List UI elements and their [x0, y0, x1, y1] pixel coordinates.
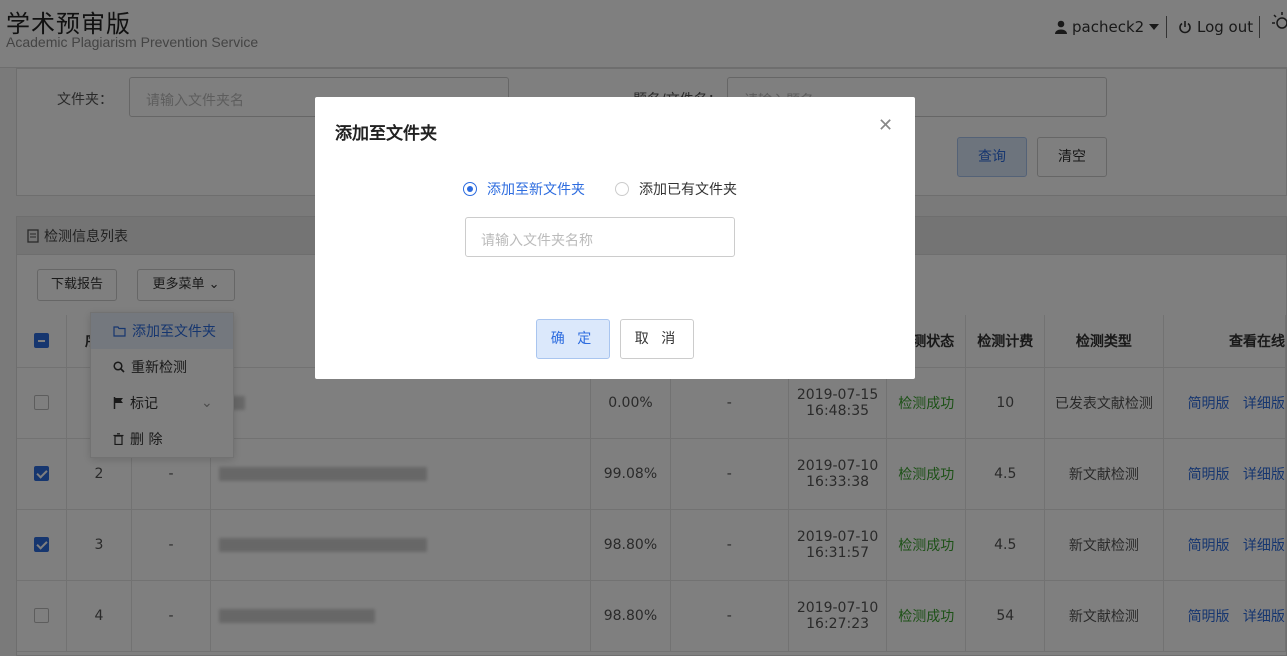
radio-new-folder[interactable]: 添加至新文件夹 — [463, 179, 585, 199]
close-icon[interactable]: ✕ — [878, 115, 893, 136]
dialog-title: 添加至文件夹 — [335, 124, 437, 144]
radio-existing-folder[interactable]: 添加已有文件夹 — [615, 179, 737, 199]
radio-existing-folder-label: 添加已有文件夹 — [639, 182, 737, 198]
radio-button-selected[interactable] — [463, 182, 477, 196]
radio-button[interactable] — [615, 182, 629, 196]
radio-new-folder-label: 添加至新文件夹 — [487, 182, 585, 198]
folder-name-input[interactable]: 请输入文件夹名称 — [465, 217, 735, 257]
cancel-button[interactable]: 取 消 — [620, 319, 694, 359]
confirm-button[interactable]: 确 定 — [536, 319, 610, 359]
add-to-folder-dialog: 添加至文件夹 ✕ 添加至新文件夹 添加已有文件夹 请输入文件夹名称 确 定 取 … — [315, 97, 915, 379]
